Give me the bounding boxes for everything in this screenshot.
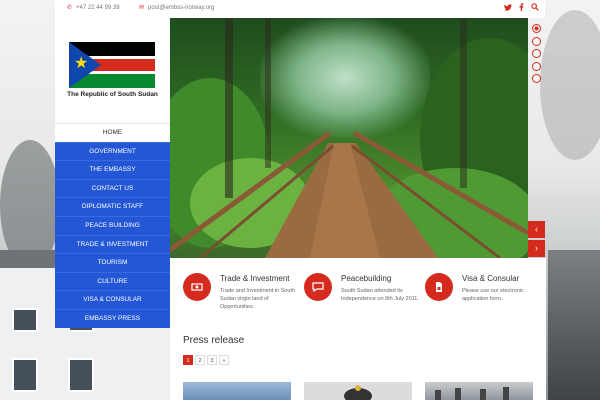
nav-item-trade-investment[interactable]: TRADE & INVESTMENT (55, 234, 170, 254)
nav-item-culture[interactable]: CULTURE (55, 271, 170, 291)
nav-item-tourism[interactable]: TOURISM (55, 253, 170, 272)
nav-item-government[interactable]: GOVERNMENT (55, 141, 170, 161)
nav-item-home[interactable]: HOME (55, 123, 170, 142)
background-tree (548, 250, 600, 400)
nav-item-contact-us[interactable]: CONTACT US (55, 178, 170, 198)
hero-slider-image (170, 18, 528, 258)
page-link-3[interactable]: 3 (207, 355, 217, 365)
feature-description: Please use our electronic application fo… (462, 288, 524, 302)
press-thumbnail[interactable] (425, 382, 533, 400)
press-thumbnail[interactable] (304, 382, 412, 400)
slider-next-button[interactable]: › (528, 240, 545, 257)
feature-description: Trade and Investment in South Sudan virg… (220, 288, 296, 310)
background-tree (540, 10, 600, 160)
nav-item-diplomatic-staff[interactable]: DIPLOMATIC STAFF (55, 197, 170, 216)
feature-title: Peacebuilding (341, 274, 392, 283)
site-caption: The Republic of South Sudan (67, 91, 158, 98)
mail-icon: ✉ (139, 5, 145, 11)
email-contact[interactable]: ✉ post@embss-norway.org (139, 4, 214, 11)
slider-dot[interactable] (532, 36, 541, 46)
facebook-icon[interactable] (519, 3, 526, 13)
money-icon (183, 273, 211, 301)
phone-icon: ✆ (67, 5, 73, 11)
slider-prev-button[interactable]: ‹ (528, 221, 545, 238)
slider-dot[interactable] (532, 61, 541, 71)
nav-item-embassy-press[interactable]: EMBASSY PRESS (55, 308, 170, 328)
main-nav-menu: HOME GOVERNMENT THE EMBASSY CONTACT US D… (55, 123, 170, 328)
press-thumbnail[interactable] (183, 382, 291, 400)
search-icon[interactable] (531, 3, 539, 13)
slider-pagination-dots (532, 24, 542, 87)
feature-visa-consular[interactable]: Visa & Consular Please use our electroni… (425, 273, 540, 323)
social-links (499, 3, 539, 13)
feature-trade-investment[interactable]: Trade & Investment Trade and Investment … (183, 273, 298, 323)
slider-dot[interactable] (532, 24, 541, 33)
slider-dot[interactable] (532, 74, 541, 83)
feature-description: South Sudan attended its Independence on… (341, 288, 419, 302)
phone-number: +47 22 44 99 39 (76, 5, 120, 11)
nav-item-peace-building[interactable]: PEACE BUILDING (55, 215, 170, 235)
main-content: Trade & Investment Trade and Investment … (170, 258, 546, 400)
logo-area[interactable]: ★ The Republic of South Sudan (55, 18, 170, 123)
email-address: post@embss-norway.org (148, 5, 215, 11)
south-sudan-flag: ★ (69, 42, 155, 88)
page-link-2[interactable]: 2 (195, 355, 205, 365)
star-icon: ★ (74, 55, 89, 72)
feature-title: Visa & Consular (462, 274, 520, 283)
nav-item-visa-consular[interactable]: VISA & CONSULAR (55, 290, 170, 309)
chevron-left-icon: ‹ (535, 224, 538, 234)
chevron-right-icon: › (535, 243, 538, 253)
page-link-next[interactable]: » (219, 355, 229, 365)
press-release-heading: Press release (183, 335, 245, 346)
top-contact-bar: ✆ +47 22 44 99 39 ✉ post@embss-norway.org (55, 0, 545, 18)
nav-item-the-embassy[interactable]: THE EMBASSY (55, 160, 170, 179)
left-sidebar: ★ The Republic of South Sudan HOME GOVER… (55, 18, 170, 328)
phone-contact[interactable]: ✆ +47 22 44 99 39 (67, 4, 120, 11)
page-link-1[interactable]: 1 (183, 355, 193, 365)
slider-dot[interactable] (532, 49, 541, 58)
press-pagination: 1 2 3» (183, 355, 231, 373)
feature-title: Trade & Investment (220, 274, 290, 283)
chat-icon (304, 273, 332, 301)
document-icon (425, 273, 453, 301)
feature-peacebuilding[interactable]: Peacebuilding South Sudan attended its I… (304, 273, 419, 323)
twitter-icon[interactable] (503, 4, 514, 13)
